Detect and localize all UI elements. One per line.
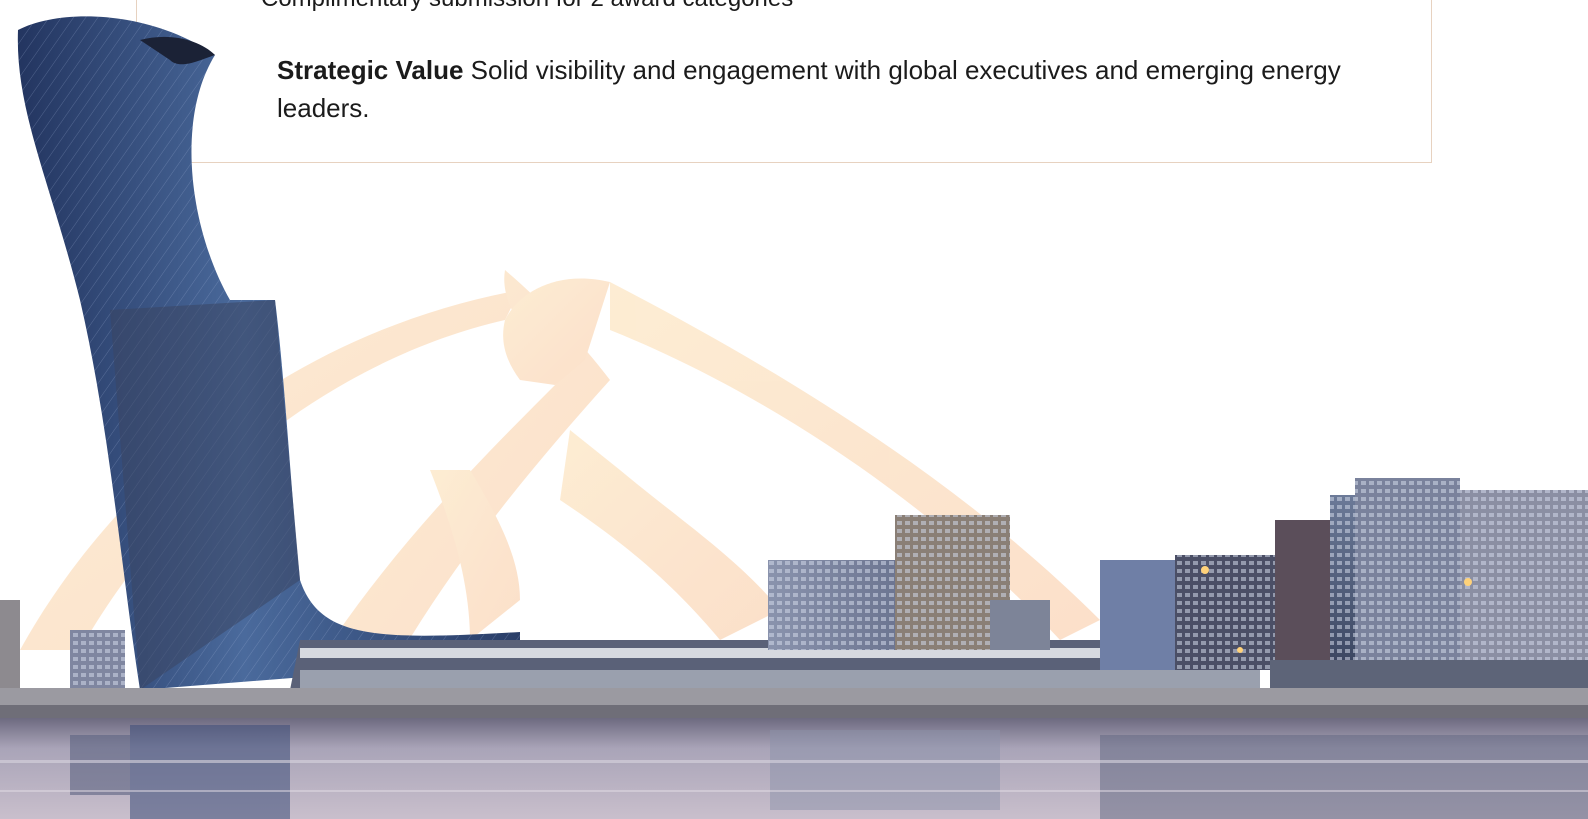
page: Complimentary submission for 2 award cat… [0, 0, 1588, 819]
city-skyline-waterfront-image [0, 16, 1588, 819]
